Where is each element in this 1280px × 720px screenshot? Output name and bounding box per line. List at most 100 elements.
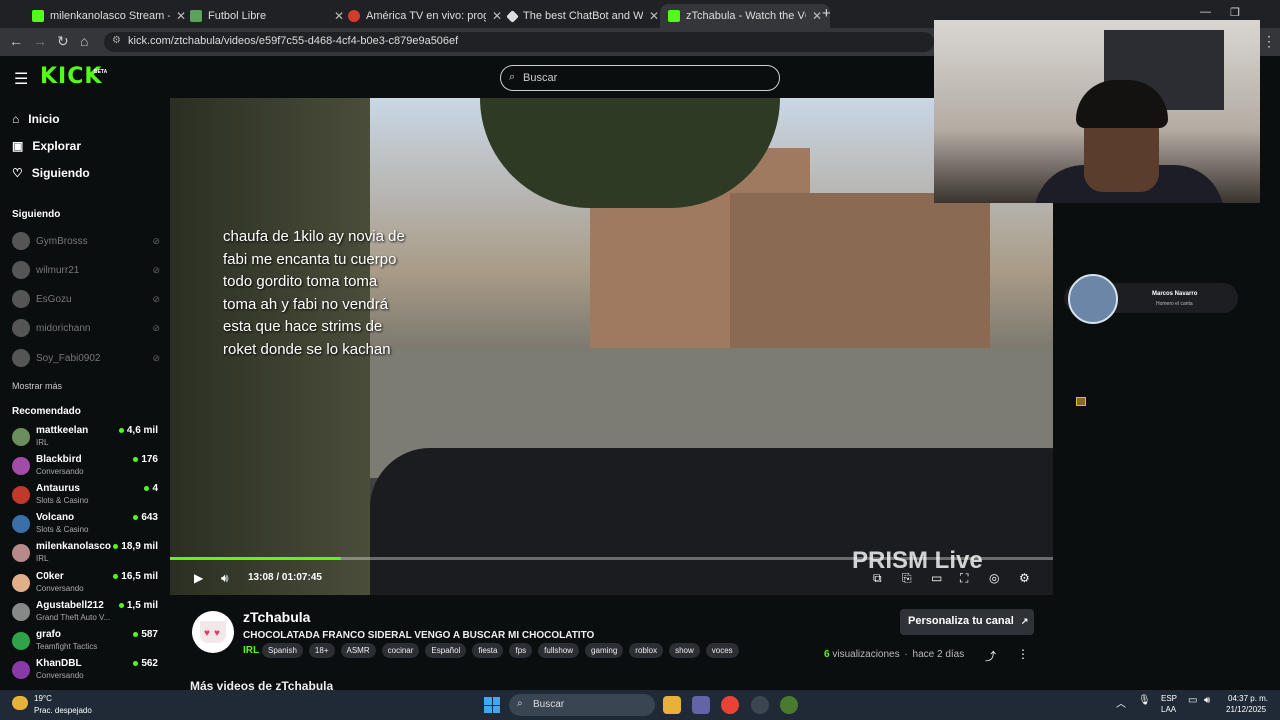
mini-player-icon[interactable]: ⧉ [873, 571, 882, 586]
clock-time[interactable]: 04:37 p. m. [1228, 694, 1268, 703]
globe-favicon-icon [348, 10, 360, 22]
live-dot-icon [144, 485, 150, 491]
channel-avatar[interactable]: ♥ ♥ [192, 611, 234, 653]
reload-icon[interactable]: ↻ [57, 33, 69, 50]
viewer-count: 4,6 mil [118, 425, 158, 436]
recommended-item[interactable]: Antaurus Slots & Casino 4 [12, 481, 160, 509]
recommended-item[interactable]: Agustabell212 Grand Theft Auto V... 1,5 mi… [12, 598, 160, 626]
speed-icon[interactable]: ◎ [989, 571, 999, 585]
clip-icon[interactable]: ⎘ [902, 571, 912, 586]
browser-menu-icon[interactable]: ⋮ [1262, 33, 1276, 50]
tag-chip[interactable]: cocinar [381, 643, 420, 658]
live-dot-icon [113, 573, 119, 579]
fullscreen-icon[interactable]: ⛶ [960, 571, 968, 586]
mail-icon [1076, 397, 1086, 406]
language-indicator[interactable]: ESP [1161, 694, 1177, 703]
chrome-icon[interactable] [721, 696, 739, 714]
app-icon[interactable] [780, 696, 798, 714]
new-tab-icon[interactable]: + [822, 5, 831, 22]
channel-name: GymBrosss [36, 235, 88, 247]
recommended-item[interactable]: mattkeelan IRL 4,6 mil [12, 423, 160, 451]
teams-icon[interactable] [692, 696, 710, 714]
viewer-count: 643 [133, 512, 158, 523]
tag-chip[interactable]: roblox [629, 643, 664, 658]
tag-chip[interactable]: fullshow [538, 643, 580, 658]
browser-tab[interactable]: Futbol Libre ✕ [182, 4, 352, 28]
back-icon[interactable]: ← [9, 33, 23, 49]
network-icon[interactable]: ▭ [1188, 695, 1197, 706]
viewer-count-text: 4,6 mil [126, 425, 158, 436]
avatar [12, 290, 30, 308]
tag-chip[interactable]: gaming [585, 643, 624, 658]
nav-siguiendo[interactable]: ♡ Siguiendo [12, 166, 90, 180]
nav-inicio[interactable]: ⌂ Inicio [12, 112, 60, 126]
category-link[interactable]: IRL [243, 645, 259, 656]
video-player[interactable]: chaufa de 1kilo ay novia de fabi me enca… [170, 98, 1053, 595]
microphone-icon[interactable]: 🎙︎ [1138, 695, 1151, 706]
browser-tab[interactable]: The best ChatBot and Widgets ✕ [500, 4, 667, 28]
following-item[interactable]: Soy_Fabi0902 ⊘ [12, 348, 160, 368]
theater-mode-icon[interactable]: ▭ [931, 571, 942, 585]
taskbar-search[interactable]: ⌕ Buscar [509, 694, 655, 716]
following-item[interactable]: midorichann ⊘ [12, 318, 160, 338]
tag-chip[interactable]: voces [705, 643, 739, 658]
tag-chip[interactable]: 18+ [308, 643, 335, 658]
progress-bar[interactable] [170, 557, 1053, 560]
close-tab-icon[interactable]: ✕ [812, 9, 822, 23]
play-icon[interactable]: ▶ [194, 571, 203, 585]
windows-start-icon[interactable] [484, 697, 500, 713]
url-field[interactable]: ⚙ kick.com/ztchabula/videos/e59f7c55-d46… [104, 32, 934, 52]
avatar [12, 544, 30, 562]
keyboard-layout[interactable]: LAA [1161, 705, 1176, 714]
recommended-item[interactable]: C0ker Conversando 16,5 mil [12, 569, 160, 597]
share-icon[interactable]: ⤴ [985, 648, 996, 664]
settings-gear-icon[interactable]: ⚙ [1019, 571, 1030, 585]
nav-explorar[interactable]: ▣ Explorar [12, 139, 81, 153]
tag-chip[interactable]: Spanish [262, 643, 303, 658]
xbox-icon[interactable] [751, 696, 769, 714]
avatar [12, 428, 30, 446]
volume-icon[interactable]: 🔊︎ [221, 571, 229, 586]
beta-badge: BETA [94, 69, 108, 75]
live-dot-icon [133, 456, 139, 462]
following-item[interactable]: GymBrosss ⊘ [12, 231, 160, 251]
speaker-icon[interactable]: 🔊︎ [1204, 695, 1210, 706]
minimize-icon[interactable]: — [1200, 6, 1211, 18]
channel-name: Volcano [36, 512, 75, 523]
customize-channel-button[interactable]: Personaliza tu canal ↗ [900, 609, 1034, 635]
clock-date[interactable]: 21/12/2025 [1226, 705, 1266, 714]
forward-icon[interactable]: → [33, 33, 47, 49]
site-info-icon[interactable]: ⚙ [112, 35, 121, 46]
following-item[interactable]: wilmurr21 ⊘ [12, 260, 160, 280]
recommended-item[interactable]: grafo Teamfight Tactics 587 [12, 627, 160, 655]
tag-chip[interactable]: show [669, 643, 700, 658]
more-options-icon[interactable]: ⋮ [1017, 647, 1029, 661]
tag-chip[interactable]: fps [509, 643, 533, 658]
restore-icon[interactable]: ❐ [1230, 6, 1240, 19]
home-browser-icon[interactable]: ⌂ [80, 33, 88, 49]
temperature: 19°C [34, 694, 52, 703]
following-item[interactable]: EsGozu ⊘ [12, 289, 160, 309]
tag-chip[interactable]: ASMR [340, 643, 376, 658]
recommended-item[interactable]: milenkanolasco IRL 18,9 mil [12, 539, 160, 567]
close-tab-icon[interactable]: ✕ [649, 9, 659, 23]
recommended-item[interactable]: KhanDBL Conversando 562 [12, 656, 160, 684]
tray-chevron-icon[interactable]: ︿ [1116, 695, 1126, 710]
search-icon: ⌕ [509, 71, 516, 83]
search-input[interactable]: ⌕ Buscar [500, 65, 780, 91]
offline-icon: ⊘ [152, 352, 160, 363]
browser-tab[interactable]: milenkanolasco Stream - Watch ✕ [24, 4, 194, 28]
tab-title: Futbol Libre [208, 10, 267, 22]
recommended-item[interactable]: Blackbird Conversando 176 [12, 452, 160, 480]
tag-chip[interactable]: fiesta [472, 643, 504, 658]
recommended-item[interactable]: Volcano Slots & Casino 643 [12, 510, 160, 538]
show-more-link[interactable]: Mostrar más [12, 381, 62, 391]
browser-tab[interactable]: América TV en vivo: programac ✕ [340, 4, 510, 28]
tag-chip[interactable]: Español [425, 643, 467, 658]
browser-tab-active[interactable]: zTchabula - Watch the VOD on ✕ [660, 4, 831, 28]
kick-logo[interactable]: KICK [40, 64, 102, 89]
file-explorer-icon[interactable] [663, 696, 681, 714]
menu-icon[interactable]: ☰ [14, 69, 28, 89]
avatar [12, 515, 30, 533]
channel-name-link[interactable]: zTchabula [243, 609, 310, 625]
